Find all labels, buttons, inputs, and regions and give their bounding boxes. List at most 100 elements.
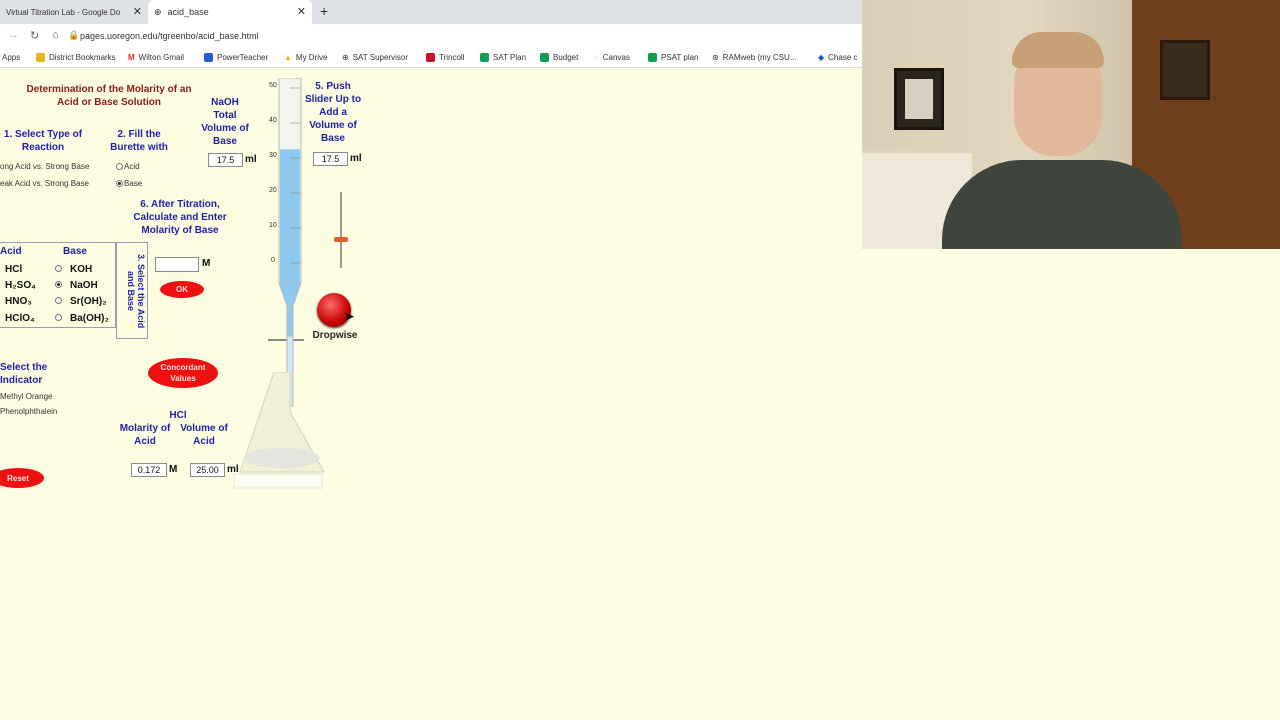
- fill-acid-label: Acid: [124, 162, 140, 171]
- bookmark-label: District Bookmarks: [49, 53, 116, 62]
- browser-tab-bar: Virtual Titration Lab - Google Do ✕ ⊕ ac…: [0, 0, 862, 24]
- fill-base-label: Base: [124, 179, 143, 188]
- bookmark-chase[interactable]: ◆ Chase c: [818, 53, 858, 62]
- globe-icon: ⊕: [342, 53, 349, 62]
- acid-option[interactable]: HCl: [5, 264, 22, 275]
- slider-volume-unit: ml: [350, 153, 362, 164]
- bookmark-apps[interactable]: Apps: [2, 53, 20, 62]
- bookmark-budget[interactable]: Budget: [540, 53, 578, 62]
- bookmark-label: My Drive: [295, 53, 328, 62]
- step5-label: 5. Push Slider Up to Add a Volume of Bas…: [304, 81, 362, 144]
- chase-icon: ◆: [818, 53, 825, 62]
- burette-svg: [264, 77, 304, 407]
- indicator-phenolphthalein[interactable]: Phenolphthalein: [0, 407, 57, 416]
- base-radio-sroh2[interactable]: [55, 297, 62, 304]
- reload-icon[interactable]: ↻: [30, 29, 39, 42]
- molarity-acid-field[interactable]: 0.172: [131, 463, 167, 477]
- lab-title: Determination of the Molarity of an Acid…: [26, 84, 192, 108]
- tab-acid-base[interactable]: ⊕ acid_base ✕: [148, 0, 312, 24]
- reaction-weak-strong[interactable]: eak Acid vs. Strong Base: [0, 179, 89, 188]
- acid-option[interactable]: HClO₄: [5, 313, 35, 324]
- bookmark-sat-supervisor[interactable]: ⊕ SAT Supervisor: [342, 53, 408, 62]
- bookmark-trincoll[interactable]: Trincoll: [426, 53, 464, 62]
- total-volume-field[interactable]: 17.5: [208, 153, 243, 167]
- reset-button[interactable]: Reset: [0, 468, 44, 488]
- new-tab-button[interactable]: +: [320, 3, 328, 19]
- fill-base-radio[interactable]: [116, 180, 123, 187]
- step4-label: Select the Indicator: [0, 362, 48, 386]
- acid-option[interactable]: HNO₃: [5, 296, 32, 307]
- step2-label: 2. Fill the Burette with: [110, 129, 168, 153]
- globe-icon: ⊕: [154, 6, 162, 17]
- slider-volume-field[interactable]: 17.5: [313, 152, 348, 166]
- bookmark-ramweb[interactable]: ⊛ RAMweb (my CSU...: [712, 53, 797, 62]
- tab-virtual-titration-lab[interactable]: Virtual Titration Lab - Google Do ✕: [0, 0, 148, 24]
- volume-acid-field[interactable]: 25.00: [190, 463, 225, 477]
- base-volume-chem: NaOH: [211, 97, 239, 108]
- trincoll-icon: [426, 53, 435, 62]
- base-volume-header: Total Volume of Base: [201, 110, 249, 147]
- bookmark-label: Apps: [2, 53, 21, 62]
- base-option[interactable]: Sr(OH)₂: [70, 296, 107, 307]
- gmail-icon: M: [128, 53, 135, 62]
- tab-label: Virtual Titration Lab - Google Do: [6, 7, 121, 17]
- person-hair: [1012, 32, 1104, 68]
- base-radio-koh[interactable]: [55, 265, 62, 272]
- molarity-acid-label: Molarity of Acid: [119, 423, 171, 447]
- forward-icon[interactable]: →: [8, 29, 19, 41]
- wall-picture: [894, 68, 944, 130]
- bookmark-label: SAT Supervisor: [352, 53, 408, 62]
- tab-label: acid_base: [167, 7, 209, 17]
- bookmark-label: Canvas: [602, 53, 630, 62]
- bookmark-label: Trincoll: [439, 53, 465, 62]
- volume-acid-unit: ml: [227, 464, 239, 475]
- close-icon[interactable]: ✕: [133, 5, 142, 18]
- canvas-icon: ◌: [594, 53, 599, 62]
- fill-acid-radio[interactable]: [116, 163, 123, 170]
- burette-tick: 30: [269, 152, 277, 159]
- volume-slider-track[interactable]: [340, 192, 342, 268]
- url-field[interactable]: pages.uoregon.edu/tgreenbo/acid_base.htm…: [80, 31, 259, 41]
- folder-icon: [36, 53, 45, 62]
- home-icon[interactable]: ⌂: [52, 29, 59, 41]
- volume-slider-handle[interactable]: [334, 237, 348, 242]
- bookmark-my-drive[interactable]: ▲ My Drive: [284, 53, 327, 62]
- base-option[interactable]: NaOH: [70, 280, 98, 291]
- base-option[interactable]: Ba(OH)₂: [70, 313, 109, 324]
- reaction-strong-strong[interactable]: ong Acid vs. Strong Base: [0, 162, 89, 171]
- volume-acid-label: Volume of Acid: [180, 423, 228, 447]
- powerteacher-icon: [204, 53, 213, 62]
- mouse-cursor-icon: ➤: [343, 308, 355, 324]
- molarity-base-field[interactable]: [155, 257, 199, 272]
- burette-tick: 10: [269, 222, 277, 229]
- close-icon[interactable]: ✕: [297, 5, 306, 18]
- webcam-video: [862, 0, 1280, 249]
- ram-icon: ⊛: [712, 53, 719, 62]
- sheets-icon: [540, 53, 549, 62]
- burette-tick: 20: [269, 187, 277, 194]
- bookmark-sat-plan[interactable]: SAT Plan: [480, 53, 526, 62]
- lock-icon: 🔒: [68, 30, 80, 40]
- step1-label: 1. Select Type of Reaction: [3, 129, 83, 153]
- drive-icon: ▲: [284, 53, 292, 62]
- step3-label: 3. Select the Acid and Base: [126, 253, 146, 329]
- bookmark-canvas[interactable]: ◌ Canvas: [594, 53, 630, 62]
- bookmark-gmail[interactable]: M Wilton Gmail: [128, 53, 184, 62]
- indicator-methyl-orange[interactable]: Methyl Orange: [0, 392, 52, 401]
- bookmark-district[interactable]: District Bookmarks: [36, 53, 116, 62]
- bookmarks-bar: Apps District Bookmarks M Wilton Gmail Po…: [0, 48, 862, 68]
- dropwise-label: Dropwise: [312, 330, 358, 341]
- bookmark-psat-plan[interactable]: PSAT plan: [648, 53, 699, 62]
- concordant-values-button[interactable]: Concordant Values: [148, 358, 218, 388]
- bookmark-label: SAT Plan: [493, 53, 527, 62]
- bookmark-powerteacher[interactable]: PowerTeacher: [204, 53, 268, 62]
- ok-button[interactable]: OK: [160, 281, 204, 298]
- base-radio-baoh2[interactable]: [55, 314, 62, 321]
- bookmark-label: PowerTeacher: [217, 53, 269, 62]
- burette: [264, 77, 304, 418]
- acid-option[interactable]: H₂SO₄: [5, 280, 36, 291]
- burette-tick: 0: [271, 257, 275, 264]
- molarity-base-unit: M: [202, 258, 211, 269]
- base-option[interactable]: KOH: [70, 264, 92, 275]
- base-radio-naoh[interactable]: [55, 281, 62, 288]
